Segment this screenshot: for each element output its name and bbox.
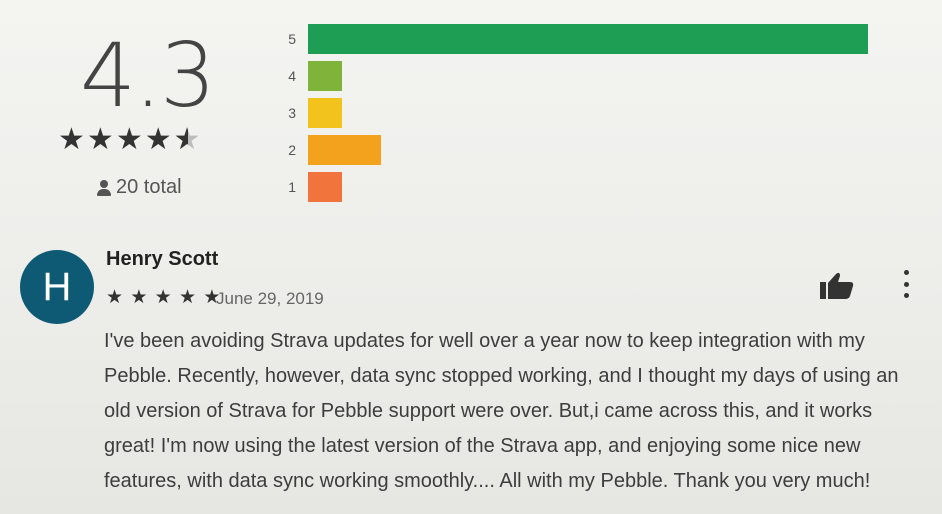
histogram-bar: [308, 61, 342, 91]
histogram-row-5: 5: [270, 22, 868, 56]
histogram-bar: [308, 135, 381, 165]
total-ratings: 20 total: [96, 176, 182, 199]
histogram-star-label: 4: [288, 68, 296, 84]
histogram-bar: [308, 172, 342, 202]
review-author: Henry Scott: [106, 248, 219, 270]
star-icon: ★: [154, 287, 173, 308]
person-icon: [96, 179, 112, 196]
thumbs-up-button[interactable]: [816, 270, 856, 300]
histogram-star-label: 1: [288, 179, 296, 195]
histogram-row-3: 3: [270, 96, 342, 130]
histogram-row-1: 1: [270, 170, 342, 204]
histogram-row-4: 4: [270, 59, 342, 93]
thumbs-up-icon: [820, 272, 854, 299]
histogram-star-label: 3: [288, 105, 296, 121]
star-icon: ★: [86, 123, 116, 156]
rating-histogram: 5 4 3 2 1: [270, 18, 890, 208]
histogram-star-label: 2: [288, 142, 296, 158]
average-rating: 4.3: [80, 24, 216, 127]
review-text: I've been avoiding Strava updates for we…: [104, 330, 899, 492]
star-icon: ★: [58, 123, 87, 156]
rating-summary: 4.3 ★★★★★ 20 total: [40, 10, 240, 210]
avatar: H: [20, 250, 94, 324]
more-options-button[interactable]: [896, 268, 916, 300]
star-icon: ★: [130, 287, 149, 308]
review-card: H Henry Scott ★ ★ ★ ★ ★ June 29, 2019 I'…: [0, 238, 942, 514]
star-icon: ★: [144, 123, 174, 156]
star-icon: ★: [178, 287, 198, 308]
histogram-bar: [308, 98, 342, 128]
star-icon: ★: [106, 287, 125, 308]
histogram-star-label: 5: [288, 31, 296, 47]
more-vert-icon: [903, 270, 909, 275]
total-ratings-label: 20 total: [116, 176, 182, 198]
half-star-icon: ★: [174, 122, 203, 157]
review-date: June 29, 2019: [216, 289, 324, 308]
review-stars: ★ ★ ★ ★ ★: [106, 286, 221, 309]
histogram-bar: [308, 24, 868, 54]
histogram-row-2: 2: [270, 133, 381, 167]
star-icon: ★: [115, 123, 145, 156]
average-stars: ★★★★★: [58, 122, 203, 157]
